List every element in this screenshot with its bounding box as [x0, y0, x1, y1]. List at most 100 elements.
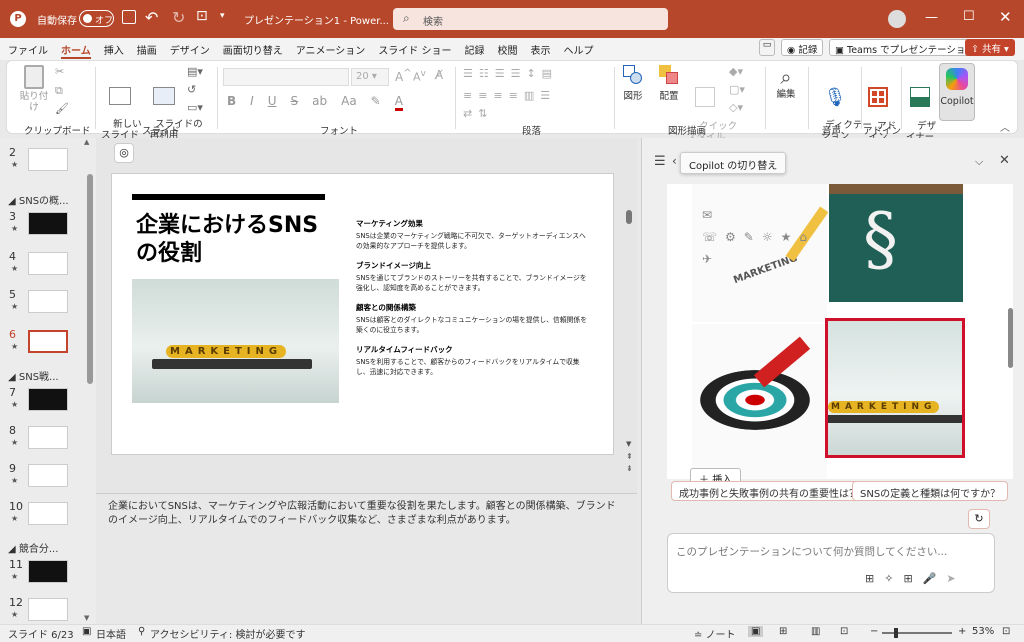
- scroll-up-icon[interactable]: ▲: [84, 138, 89, 146]
- slide-thumbnail[interactable]: [28, 598, 68, 621]
- autosave-toggle[interactable]: オフ: [79, 10, 114, 27]
- section-header[interactable]: ◢ SNSの概...: [8, 192, 69, 207]
- tab-5[interactable]: 画面切り替え: [223, 42, 283, 59]
- teams-present-button[interactable]: ▣ Teams でプレゼンテーション: [829, 39, 981, 56]
- tab-0[interactable]: ファイル: [8, 42, 48, 59]
- chevron-down-icon[interactable]: ⌵: [975, 155, 983, 169]
- avatar[interactable]: [888, 10, 906, 28]
- underline-icon[interactable]: U: [268, 94, 277, 111]
- close-icon[interactable]: ✕: [999, 8, 1012, 26]
- tab-7[interactable]: スライド ショー: [378, 42, 451, 59]
- bold-icon[interactable]: B: [227, 94, 236, 111]
- shrink-font-icon[interactable]: Av: [413, 68, 426, 84]
- refresh-icon[interactable]: ↻: [968, 509, 990, 529]
- clear-format-icon[interactable]: A̸: [435, 68, 443, 82]
- prev-slide-icon[interactable]: ⇞: [626, 452, 633, 461]
- prompt-icon[interactable]: ✧: [884, 572, 893, 585]
- share-button[interactable]: ⇪ 共有 ▾: [965, 39, 1015, 56]
- font-name-select[interactable]: [223, 68, 349, 86]
- zoom-thumb[interactable]: [894, 628, 898, 638]
- section-header[interactable]: ◢ 競合分...: [8, 540, 58, 555]
- slide-thumbnail[interactable]: [28, 464, 68, 487]
- mic-icon[interactable]: 🎤: [923, 572, 937, 585]
- tab-1[interactable]: ホーム: [61, 42, 91, 59]
- tab-3[interactable]: 描画: [137, 42, 157, 59]
- notes-text[interactable]: 企業においてSNSは、マーケティングや広報活動において重要な役割を果たします。顧…: [108, 500, 622, 528]
- tab-10[interactable]: 表示: [531, 42, 551, 59]
- slide-points[interactable]: マーケティング効果 SNSは企業のマーケティング戦略に不可欠で、ターゲットオーディ…: [356, 218, 591, 386]
- zoom-slider[interactable]: [882, 632, 952, 634]
- accessibility-icon[interactable]: ⚲: [138, 626, 145, 637]
- record-button[interactable]: ◉ 記録: [781, 39, 824, 56]
- suggestion-chip-1[interactable]: 成功事例と失敗事例の共有の重要性は？: [671, 481, 867, 501]
- slide-thumbnail[interactable]: [28, 330, 68, 353]
- shapes-button[interactable]: 図形: [619, 65, 647, 102]
- redo-icon[interactable]: ↻: [172, 8, 185, 27]
- present-icon[interactable]: ⊡: [196, 8, 208, 24]
- status-accessibility[interactable]: アクセシビリティ: 検討が必要です: [150, 626, 305, 641]
- strike-icon[interactable]: S: [291, 94, 299, 111]
- copilot-button[interactable]: Copilot: [939, 63, 975, 121]
- thumbnail-scrollbar[interactable]: [87, 174, 93, 384]
- italic-icon[interactable]: I: [250, 94, 254, 111]
- scroll-down-icon[interactable]: ▼: [626, 440, 631, 448]
- menu-icon[interactable]: ☰: [654, 154, 666, 169]
- slide-canvas[interactable]: 企業におけるSNSの役割 MARKETING マーケティング効果 SNSは企業のマ…: [111, 173, 614, 455]
- case-icon[interactable]: Aa: [341, 94, 357, 111]
- fit-window-icon[interactable]: ⊡: [1002, 626, 1010, 637]
- next-slide-icon[interactable]: ⇟: [626, 464, 633, 473]
- slide-thumbnail[interactable]: [28, 388, 68, 411]
- grow-font-icon[interactable]: A^: [395, 68, 412, 84]
- suggestion-chip-2[interactable]: SNSの定義と種類は何ですか？: [852, 481, 1009, 501]
- direction-icons[interactable]: ⇄⇅: [463, 107, 493, 120]
- tab-9[interactable]: 校閲: [498, 42, 518, 59]
- tab-4[interactable]: デザイン: [170, 42, 210, 59]
- collapse-ribbon-icon[interactable]: ︿: [1000, 119, 1010, 134]
- normal-view-icon[interactable]: ▣: [748, 626, 764, 637]
- notes-button[interactable]: ≐ ノート: [694, 626, 736, 641]
- slide-title[interactable]: 企業におけるSNSの役割: [136, 212, 336, 268]
- send-icon[interactable]: ➤: [946, 572, 955, 585]
- slideshow-icon[interactable]: ⊡: [840, 626, 848, 637]
- image-icon[interactable]: ⊞: [865, 572, 874, 585]
- font-color-icon[interactable]: A: [394, 94, 403, 111]
- highlight-icon[interactable]: ✎: [371, 94, 381, 111]
- notes-pane[interactable]: 企業においてSNSは、マーケティングや広報活動において重要な役割を果たします。顧…: [96, 493, 637, 624]
- layout-icon[interactable]: ▤▾: [187, 65, 203, 78]
- copy-icon[interactable]: ⧉: [55, 84, 63, 98]
- minimize-icon[interactable]: —: [925, 10, 938, 25]
- status-language[interactable]: 日本語: [96, 626, 126, 641]
- slide-thumbnail[interactable]: [28, 426, 68, 449]
- outline-icon[interactable]: ▢▾: [729, 83, 745, 96]
- slide-thumbnail[interactable]: [28, 290, 68, 313]
- slide-point[interactable]: マーケティング効果 SNSは企業のマーケティング戦略に不可欠で、ターゲットオーディ…: [356, 218, 591, 251]
- section-header[interactable]: ◢ SNS戦...: [8, 368, 59, 383]
- close-pane-icon[interactable]: ✕: [999, 153, 1010, 168]
- spell-icon[interactable]: ▣: [82, 626, 91, 637]
- image-option-marketing-balls-selected[interactable]: MARKETING: [825, 318, 965, 458]
- section-icon[interactable]: ▭▾: [187, 101, 203, 114]
- slide-point[interactable]: リアルタイムフィードバック SNSを利用することで、顧客からのフィードバックをリア…: [356, 344, 591, 377]
- tab-2[interactable]: 挿入: [104, 42, 124, 59]
- reset-icon[interactable]: ↺: [187, 83, 196, 96]
- slide-thumbnail[interactable]: [28, 212, 68, 235]
- save-icon[interactable]: [122, 10, 136, 24]
- align-icons[interactable]: ≡≡≡≡▥☰: [463, 89, 556, 102]
- back-icon[interactable]: ‹: [672, 154, 677, 168]
- fill-icon[interactable]: ◆▾: [729, 65, 743, 78]
- slide-thumbnail[interactable]: [28, 148, 68, 171]
- sorter-view-icon[interactable]: ⊞: [779, 626, 787, 637]
- spacing-icon[interactable]: ab: [312, 94, 327, 111]
- font-size-select[interactable]: 20 ▾: [351, 68, 389, 86]
- slide-point[interactable]: ブランドイメージ向上 SNSを通じてブランドのストーリーを共有することで、ブランド…: [356, 260, 591, 293]
- apps-icon[interactable]: ⊞: [903, 572, 912, 585]
- scroll-down-icon[interactable]: ▼: [84, 614, 89, 622]
- slide-image[interactable]: MARKETING: [132, 279, 339, 403]
- tab-8[interactable]: 記録: [465, 42, 485, 59]
- paste-button[interactable]: 貼り付け: [17, 65, 51, 113]
- copilot-scrollbar[interactable]: [1008, 308, 1013, 368]
- format-painter-icon[interactable]: 🖌: [55, 102, 69, 115]
- search-box[interactable]: ⌕ 検索: [393, 8, 668, 30]
- list-icons[interactable]: ☰☷☰☰↕▤: [463, 67, 558, 80]
- tab-11[interactable]: ヘルプ: [564, 42, 594, 59]
